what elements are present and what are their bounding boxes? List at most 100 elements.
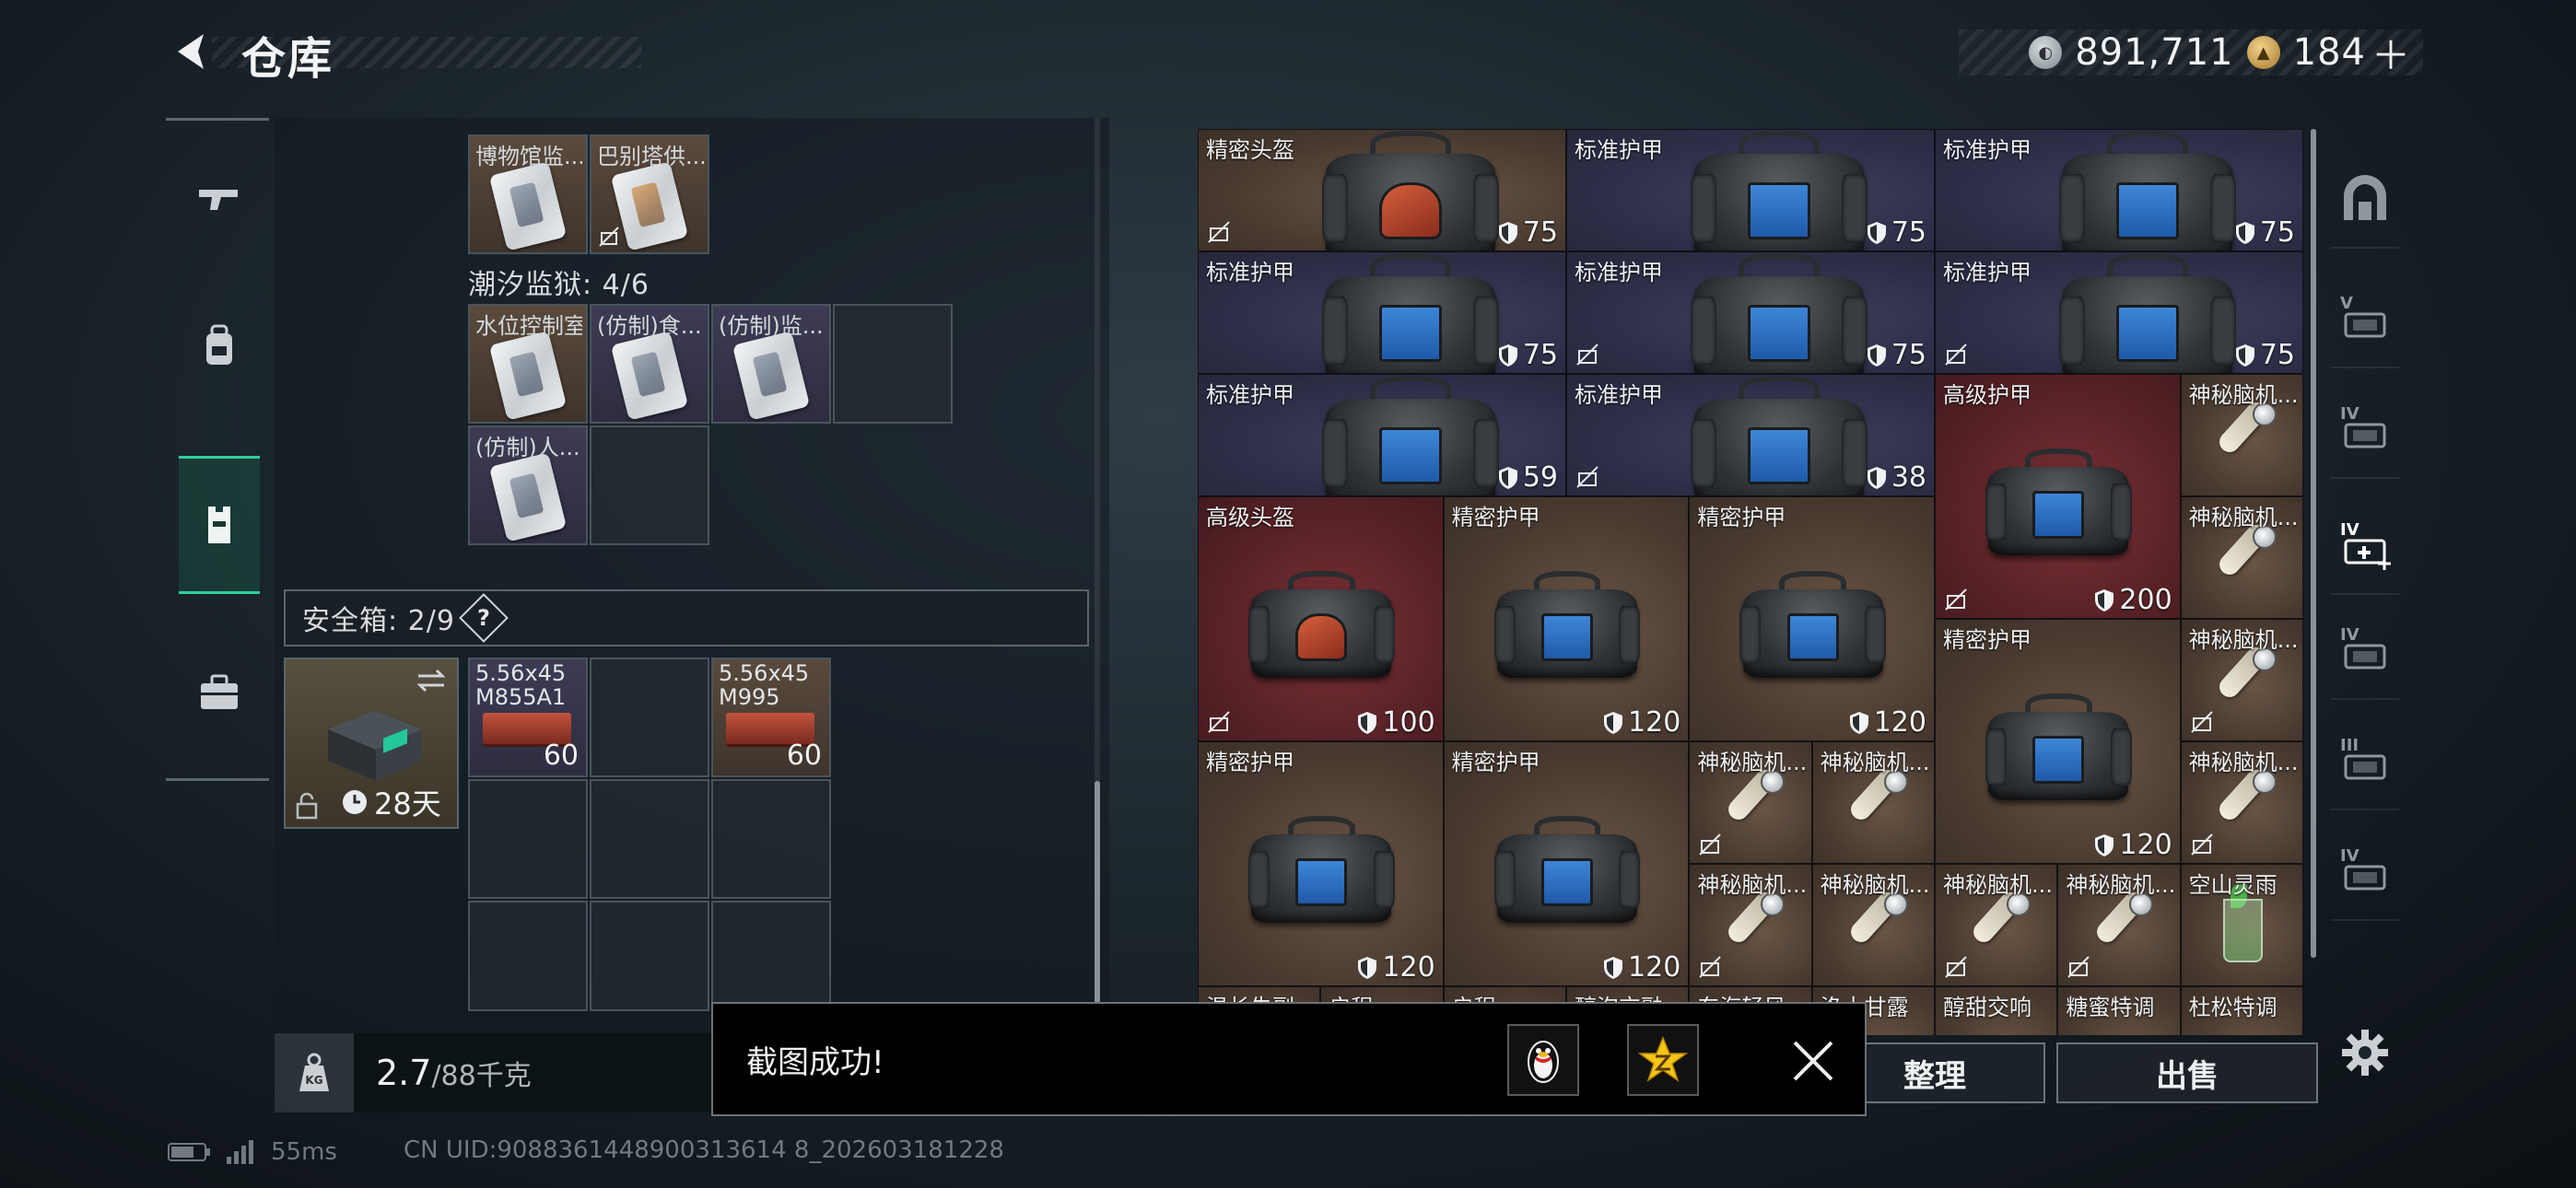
durability: 75 <box>1866 216 1926 249</box>
armor-case-icon <box>1491 811 1643 930</box>
collection-item[interactable]: 博物馆监... <box>468 134 588 254</box>
sell-button[interactable]: 出售 <box>2056 1042 2318 1103</box>
stash-item[interactable]: 精密头盔 75 <box>1198 129 1566 251</box>
stash-item[interactable]: 精密护甲 120 <box>1935 619 2181 864</box>
stash-item[interactable]: 标准护甲 75 <box>1935 129 2303 251</box>
ammo-count: 60 <box>786 740 822 772</box>
stash-item[interactable]: 神秘脑机... <box>2180 496 2303 619</box>
stash-grid: 精密头盔 75 标准护甲 75 标准护甲 75 标准护甲 75 标准护甲 75 标准护甲 75 标准护甲… <box>1198 129 2303 1035</box>
durability-value: 75 <box>1891 216 1926 249</box>
stash-item[interactable]: 神秘脑机... <box>2057 864 2181 986</box>
svg-text:IV: IV <box>2340 404 2359 424</box>
qzone-star-icon <box>1637 1036 1689 1082</box>
weight-max: /88千克 <box>431 1060 532 1092</box>
stash-item[interactable]: 糖蜜特调 <box>2057 986 2181 1035</box>
stash-item[interactable]: 高级头盔 100 <box>1198 496 1444 741</box>
facility-nav-item[interactable]: V <box>2331 267 2399 368</box>
category-nav <box>166 118 269 781</box>
add-gold-button[interactable]: ＋ <box>2371 25 2410 81</box>
stash-item[interactable]: 杜松特调 <box>2180 986 2303 1035</box>
durability: 120 <box>1602 706 1680 739</box>
stash-item[interactable]: 标准护甲 38 <box>1566 374 1935 496</box>
item-name: 标准护甲 <box>1575 260 1663 285</box>
collection-item[interactable]: 水位控制室 <box>468 304 588 424</box>
facility-nav-item[interactable]: IV <box>2331 599 2399 700</box>
ammo-name: 5.56x45 M995 <box>719 660 810 710</box>
stash-item[interactable]: 标准护甲 75 <box>1566 251 1935 374</box>
stash-item[interactable]: 标准护甲 75 <box>1935 251 2303 374</box>
settings-button[interactable] <box>2335 1022 2395 1083</box>
close-icon <box>1793 1041 1833 1081</box>
durability-value: 120 <box>1382 951 1435 984</box>
stash-item[interactable]: 标准护甲 75 <box>1566 129 1935 251</box>
svg-text:IV: IV <box>2340 846 2359 866</box>
stash-scrollbar-thumb[interactable] <box>2311 129 2316 958</box>
mid-scrollbar-thumb[interactable] <box>1095 781 1100 1020</box>
stash-item[interactable]: 精密护甲 120 <box>1443 741 1690 986</box>
stash-item[interactable]: 神秘脑机... <box>1689 741 1812 864</box>
toast-close-button[interactable] <box>1782 1030 1844 1092</box>
stash-item[interactable]: 神秘脑机... <box>2180 619 2303 741</box>
storage-iv-icon: IV <box>2340 404 2386 448</box>
nav-item-cases[interactable] <box>179 623 260 762</box>
stash-item[interactable]: 神秘脑机... <box>1689 864 1812 986</box>
armor-case-icon <box>1983 444 2135 563</box>
durability-value: 75 <box>1891 339 1926 371</box>
item-name: 神秘脑机... <box>2066 872 2174 898</box>
durability-value: 120 <box>1873 706 1926 739</box>
stash-item[interactable]: 精密护甲 120 <box>1198 741 1444 986</box>
stash-item[interactable]: 醇甜交响 <box>1935 986 2058 1035</box>
stash-item[interactable]: 神秘脑机... <box>1811 741 1935 864</box>
facility-nav-item[interactable]: IV <box>2331 494 2399 595</box>
stash-item[interactable]: 神秘脑机... <box>2180 741 2303 864</box>
svg-text:KG: KG <box>305 1074 322 1087</box>
stash-item[interactable]: 高级护甲 200 <box>1935 374 2181 619</box>
share-qzone-button[interactable] <box>1627 1024 1699 1096</box>
stash-item[interactable]: 神秘脑机... <box>2180 374 2303 496</box>
share-qq-button[interactable] <box>1507 1024 1579 1096</box>
stash-item[interactable]: 标准护甲 75 <box>1198 251 1566 374</box>
durability-value: 100 <box>1382 706 1435 739</box>
safebox-slot-empty <box>590 779 709 899</box>
stash-item[interactable]: 标准护甲 59 <box>1198 374 1566 496</box>
stash-item[interactable]: 神秘脑机... <box>1811 864 1935 986</box>
facility-nav-item[interactable]: III <box>2331 709 2399 810</box>
shield-icon <box>1498 344 1517 367</box>
facility-nav-item[interactable]: IV <box>2331 820 2399 921</box>
nav-item-armor[interactable] <box>179 456 260 594</box>
stash-item[interactable]: 精密护甲 120 <box>1689 496 1935 741</box>
collection-item[interactable]: 巴别塔供... <box>590 134 709 254</box>
item-name: 神秘脑机... <box>1820 872 1928 898</box>
brain-chip-icon <box>2196 520 2289 607</box>
no-trade-icon <box>1945 588 1967 611</box>
item-name: 高级护甲 <box>1943 382 2032 408</box>
brain-chip-icon <box>1828 765 1921 852</box>
nav-item-weapons[interactable] <box>179 130 260 268</box>
back-button[interactable] <box>166 26 217 77</box>
facility-nav-item[interactable]: IV <box>2331 378 2399 479</box>
item-name: 神秘脑机... <box>2188 505 2297 530</box>
briefcase-icon <box>201 674 238 709</box>
stash-item[interactable]: 空山灵雨 <box>2180 864 2303 986</box>
safebox-case[interactable]: 28天 <box>284 658 459 829</box>
collection-item[interactable]: (仿制)食... <box>590 304 709 424</box>
durability: 120 <box>1356 951 1435 984</box>
ammo-name: 5.56x45 M855A1 <box>475 660 567 710</box>
nav-item-backpack[interactable] <box>179 277 260 415</box>
ammo-item[interactable]: 5.56x45 M995 60 <box>711 658 831 777</box>
help-button[interactable]: ? <box>459 593 509 643</box>
durability-value: 120 <box>2119 829 2172 861</box>
swap-icon[interactable] <box>415 667 448 694</box>
ammo-item[interactable]: 5.56x45 M855A1 60 <box>468 658 588 777</box>
no-trade-icon <box>2067 956 2090 978</box>
stash-item[interactable]: 精密护甲 120 <box>1443 496 1690 741</box>
collection-item[interactable]: (仿制)人... <box>468 425 588 545</box>
collection-item[interactable]: (仿制)监... <box>711 304 831 424</box>
stash-item[interactable]: 神秘脑机... <box>1935 864 2058 986</box>
item-name: 神秘脑机... <box>2188 750 2297 775</box>
facility-nav-item[interactable] <box>2331 147 2399 249</box>
battery-icon <box>168 1143 210 1161</box>
item-name: 神秘脑机... <box>2188 627 2297 653</box>
keycard-icon <box>610 331 689 421</box>
armor-case-icon <box>1983 689 2135 808</box>
